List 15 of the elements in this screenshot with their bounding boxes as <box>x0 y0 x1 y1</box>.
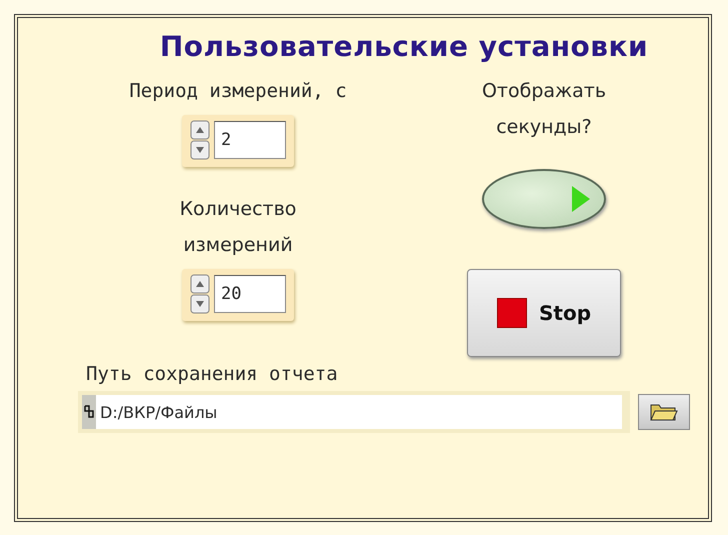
count-label: Количество измерений <box>178 197 298 258</box>
increment-decrement-icon[interactable] <box>190 274 210 314</box>
period-label: Период измерений, с <box>129 79 347 104</box>
increment-decrement-icon[interactable] <box>190 120 210 160</box>
show-seconds-label: Отображать секунды? <box>480 79 608 140</box>
numeric-field[interactable]: 2 <box>214 121 286 159</box>
path-label: Путь сохранения отчета <box>86 363 339 385</box>
indicator-light-icon <box>570 184 592 214</box>
path-type-icon <box>82 395 96 429</box>
panel-title: Пользовательские установки <box>158 30 650 63</box>
stop-button[interactable]: Stop <box>467 269 621 357</box>
path-field[interactable]: D:/ВКР/Файлы <box>78 391 630 433</box>
browse-button[interactable] <box>638 394 690 430</box>
folder-icon <box>649 402 679 422</box>
numeric-field[interactable]: 20 <box>214 275 286 313</box>
